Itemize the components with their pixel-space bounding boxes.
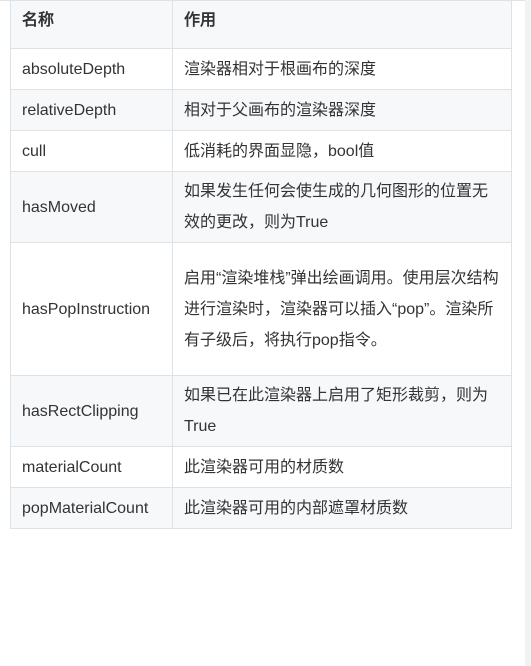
header-name: 名称 [10,0,173,49]
property-name: absoluteDepth [10,48,173,90]
property-description: 低消耗的界面显隐，bool值 [172,130,512,172]
property-description: 如果已在此渲染器上启用了矩形裁剪，则为True [172,375,512,447]
scrollbar-track[interactable] [525,0,531,666]
property-description: 相对于父画布的渲染器深度 [172,89,512,131]
property-name: cull [10,130,173,172]
properties-table: 名称 作用 absoluteDepth 渲染器相对于根画布的深度 relativ… [10,0,512,529]
property-name: hasMoved [10,171,173,243]
table-row: popMaterialCount 此渲染器可用的内部遮罩材质数 [10,487,512,529]
table-row: hasPopInstruction 启用“渲染堆栈”弹出绘画调用。使用层次结构进… [10,242,512,376]
property-name: hasRectClipping [10,375,173,447]
property-name: relativeDepth [10,89,173,131]
property-description: 渲染器相对于根画布的深度 [172,48,512,90]
table-row: materialCount 此渲染器可用的材质数 [10,446,512,488]
property-description: 此渲染器可用的内部遮罩材质数 [172,487,512,529]
table-header-row: 名称 作用 [10,0,512,49]
table-row: hasRectClipping 如果已在此渲染器上启用了矩形裁剪，则为True [10,375,512,447]
property-name: hasPopInstruction [10,242,173,376]
property-name: materialCount [10,446,173,488]
table-row: absoluteDepth 渲染器相对于根画布的深度 [10,48,512,90]
table-row: cull 低消耗的界面显隐，bool值 [10,130,512,172]
property-name: popMaterialCount [10,487,173,529]
header-description: 作用 [172,0,512,49]
property-description: 启用“渲染堆栈”弹出绘画调用。使用层次结构进行渲染时，渲染器可以插入“pop”。… [172,242,512,376]
table-row: hasMoved 如果发生任何会使生成的几何图形的位置无效的更改，则为True [10,171,512,243]
table-row: relativeDepth 相对于父画布的渲染器深度 [10,89,512,131]
property-description: 如果发生任何会使生成的几何图形的位置无效的更改，则为True [172,171,512,243]
property-description: 此渲染器可用的材质数 [172,446,512,488]
